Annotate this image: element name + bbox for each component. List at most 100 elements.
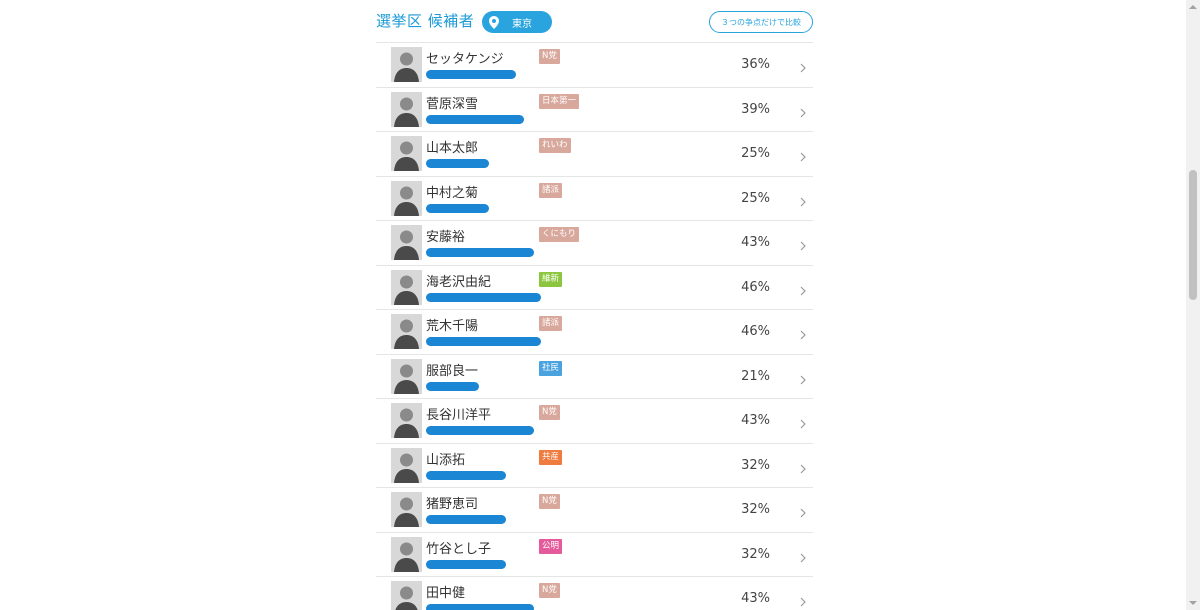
chevron-right-icon[interactable] bbox=[798, 193, 808, 206]
candidate-photo bbox=[391, 581, 422, 610]
candidate-name: 猪野恵司 bbox=[426, 497, 479, 512]
party-badge: N党 bbox=[539, 494, 560, 509]
candidate-photo bbox=[391, 492, 422, 527]
chevron-right-icon[interactable] bbox=[798, 326, 808, 340]
party-badge: 社民 bbox=[539, 360, 563, 376]
chevron-right-icon[interactable] bbox=[798, 282, 808, 295]
party-badge: 維新 bbox=[539, 271, 563, 287]
chevron-right-icon[interactable] bbox=[798, 460, 808, 473]
chevron-right-icon[interactable] bbox=[798, 148, 808, 162]
match-bar-fill bbox=[426, 515, 506, 524]
scroll-thumb[interactable] bbox=[1189, 170, 1197, 300]
candidate-name: 山添拓 bbox=[426, 452, 466, 468]
match-percentage: 25% bbox=[741, 190, 770, 206]
candidate-photo bbox=[391, 91, 422, 127]
candidate-row[interactable]: 菅原深雪 日本第一 39% bbox=[376, 88, 813, 132]
candidate-row[interactable]: 服部良一 社民 21% bbox=[376, 355, 813, 399]
chevron-right-icon[interactable] bbox=[798, 504, 808, 518]
chevron-right-icon[interactable] bbox=[798, 371, 808, 384]
section-title: 選挙区 候補者 bbox=[376, 12, 475, 30]
match-percentage: 36% bbox=[741, 57, 770, 72]
match-bar-fill bbox=[426, 604, 534, 610]
chevron-right-icon[interactable] bbox=[798, 237, 808, 251]
candidate-name: 長谷川洋平 bbox=[426, 408, 492, 423]
candidate-row[interactable]: 竹谷とし子 公明 32% bbox=[376, 533, 813, 577]
region-label: 東京 bbox=[512, 18, 532, 30]
match-percentage: 25% bbox=[741, 146, 770, 161]
party-badge: N党 bbox=[539, 405, 560, 420]
match-bar bbox=[426, 114, 586, 124]
candidate-photo bbox=[391, 536, 422, 572]
party-badge: N党 bbox=[539, 49, 560, 64]
match-percentage: 43% bbox=[741, 413, 770, 428]
party-badge: 公明 bbox=[539, 538, 563, 554]
candidate-photo bbox=[391, 47, 422, 82]
chevron-right-icon[interactable] bbox=[798, 593, 808, 607]
party-badge: 共産 bbox=[539, 449, 563, 465]
candidate-name: 田中健 bbox=[426, 586, 466, 601]
compare-three-issues-button[interactable]: ３つの争点だけで比較 bbox=[709, 11, 813, 33]
chevron-right-icon[interactable] bbox=[798, 59, 808, 73]
page: 選挙区 候補者 東京 ３つの争点だけで比較 セッタケンジ N党 36% 菅原深雪 日本第… bbox=[0, 0, 1200, 610]
match-percentage: 43% bbox=[741, 235, 770, 250]
chevron-right-icon[interactable] bbox=[798, 415, 808, 429]
candidate-name: 安藤裕 bbox=[426, 230, 466, 245]
match-bar-fill bbox=[426, 248, 534, 257]
match-percentage: 46% bbox=[741, 324, 770, 339]
candidate-row[interactable]: 海老沢由紀 維新 46% bbox=[376, 266, 813, 310]
candidate-photo bbox=[391, 403, 422, 438]
party-badge: 諸派 bbox=[539, 316, 563, 331]
candidate-photo bbox=[391, 180, 422, 216]
party-badge: N党 bbox=[539, 583, 560, 598]
location-pin-icon bbox=[484, 11, 504, 33]
match-bar bbox=[426, 203, 586, 213]
candidate-row[interactable]: 荒木千陽 諸派 46% bbox=[376, 310, 813, 355]
party-badge: 諸派 bbox=[539, 182, 563, 198]
candidate-panel: 選挙区 候補者 東京 ３つの争点だけで比較 セッタケンジ N党 36% 菅原深雪 日本第… bbox=[376, 0, 813, 610]
panel-header: 選挙区 候補者 東京 ３つの争点だけで比較 bbox=[376, 0, 813, 43]
candidate-row[interactable]: 山添拓 共産 32% bbox=[376, 444, 813, 488]
match-bar bbox=[426, 515, 586, 524]
match-bar-fill bbox=[426, 70, 516, 79]
party-badge: くにもり bbox=[539, 227, 580, 242]
candidate-photo bbox=[391, 447, 422, 483]
candidate-row[interactable]: 田中健 N党 43% bbox=[376, 577, 813, 610]
match-percentage: 32% bbox=[741, 546, 770, 562]
candidate-photo bbox=[391, 136, 422, 171]
match-bar bbox=[426, 248, 586, 257]
scrollbar[interactable] bbox=[1186, 0, 1200, 610]
chevron-right-icon[interactable] bbox=[798, 549, 808, 562]
candidate-name: 海老沢由紀 bbox=[426, 274, 492, 290]
match-bar bbox=[426, 159, 586, 168]
scroll-up-arrow-icon[interactable] bbox=[1186, 0, 1200, 14]
region-selector[interactable]: 東京 bbox=[482, 11, 552, 33]
candidate-row[interactable]: セッタケンジ N党 36% bbox=[376, 43, 813, 88]
match-percentage: 32% bbox=[741, 502, 770, 517]
candidate-photo bbox=[391, 269, 422, 305]
candidate-name: 中村之菊 bbox=[426, 185, 479, 201]
match-percentage: 46% bbox=[741, 279, 770, 295]
candidate-name: 山本太郎 bbox=[426, 141, 479, 156]
candidate-list: セッタケンジ N党 36% 菅原深雪 日本第一 39% 山本太郎 れいわ 25% 中村之菊 諸派 25… bbox=[376, 43, 813, 610]
candidate-row[interactable]: 中村之菊 諸派 25% bbox=[376, 177, 813, 221]
match-bar-fill bbox=[426, 426, 534, 435]
candidate-row[interactable]: 山本太郎 れいわ 25% bbox=[376, 132, 813, 177]
match-percentage: 21% bbox=[741, 368, 770, 384]
match-bar bbox=[426, 559, 586, 569]
scroll-down-arrow-icon[interactable] bbox=[1186, 596, 1200, 610]
candidate-name: 服部良一 bbox=[426, 363, 479, 379]
candidate-photo bbox=[391, 314, 422, 349]
match-bar bbox=[426, 292, 586, 302]
candidate-row[interactable]: 猪野恵司 N党 32% bbox=[376, 488, 813, 533]
match-bar-fill bbox=[426, 381, 479, 391]
match-bar-fill bbox=[426, 203, 489, 213]
match-bar bbox=[426, 70, 586, 79]
candidate-row[interactable]: 安藤裕 くにもり 43% bbox=[376, 221, 813, 266]
candidate-name: 菅原深雪 bbox=[426, 96, 479, 112]
match-bar-fill bbox=[426, 114, 524, 124]
candidate-row[interactable]: 長谷川洋平 N党 43% bbox=[376, 399, 813, 444]
party-badge: 日本第一 bbox=[539, 93, 580, 109]
chevron-right-icon[interactable] bbox=[798, 104, 808, 117]
candidate-name: 竹谷とし子 bbox=[426, 541, 492, 557]
match-bar-fill bbox=[426, 559, 506, 569]
